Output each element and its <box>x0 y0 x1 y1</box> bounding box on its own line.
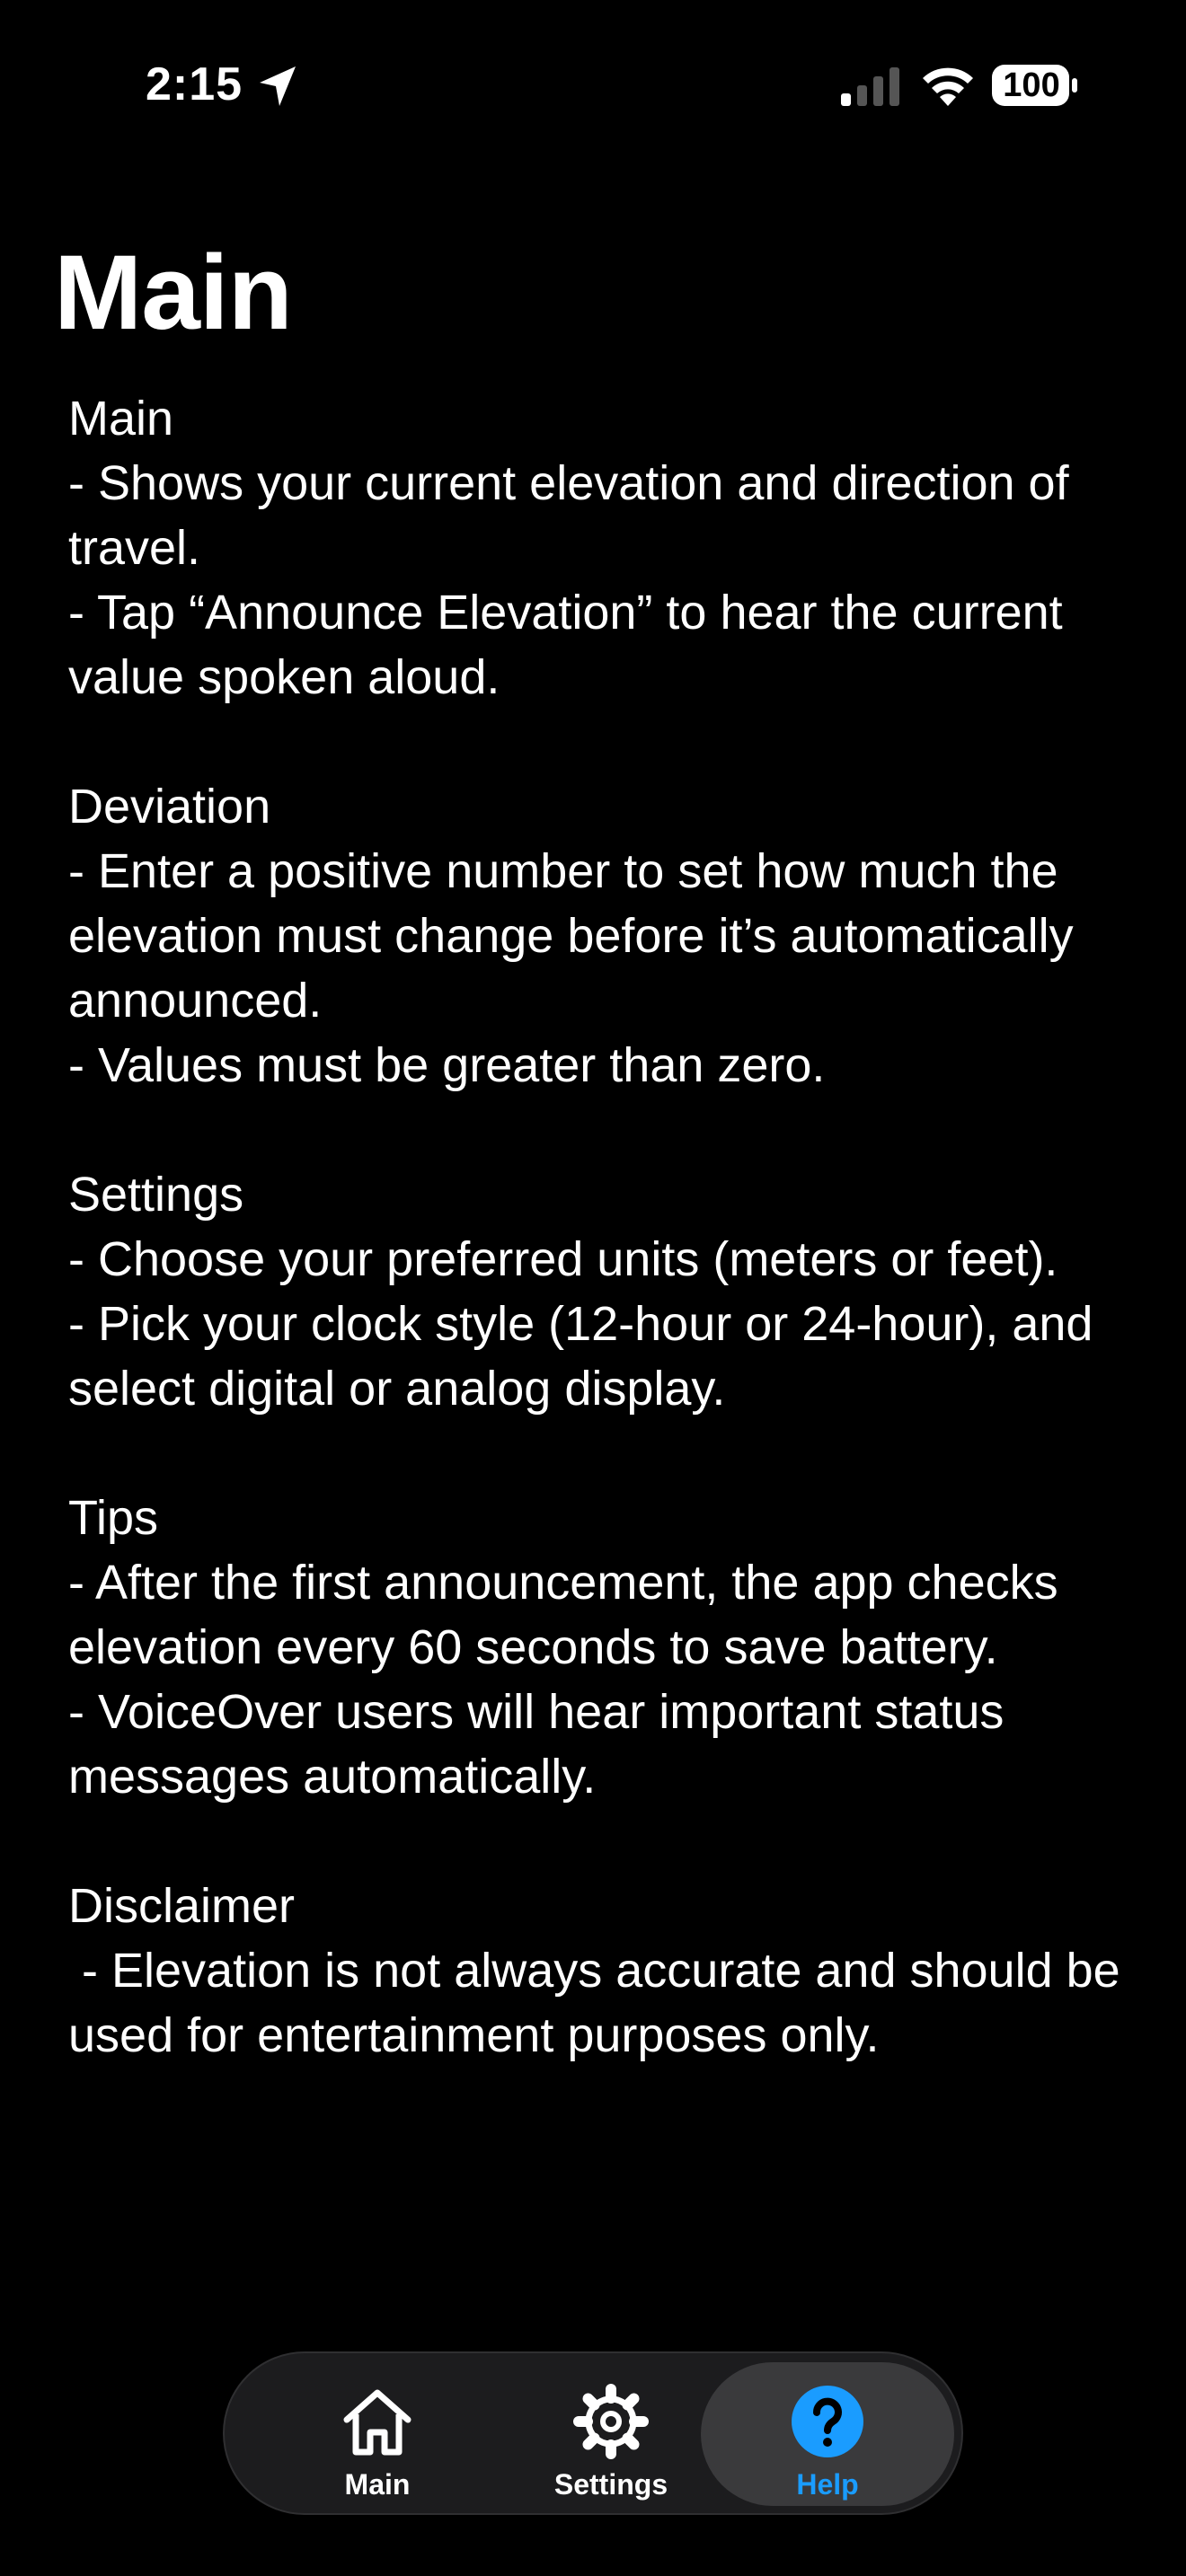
page-title: Main <box>54 234 293 352</box>
status-bar: 2:15 100 <box>0 0 1186 171</box>
tab-main[interactable]: Main <box>288 2362 467 2506</box>
help-section-deviation: Deviation - Enter a positive number to s… <box>68 774 1137 1098</box>
section-line: - Values must be greater than zero. <box>68 1038 826 1092</box>
help-content: Main - Shows your current elevation and … <box>68 386 1137 2132</box>
section-heading: Tips <box>68 1491 159 1545</box>
tab-label: Help <box>796 2468 859 2501</box>
section-heading: Disclaimer <box>68 1879 296 1933</box>
section-line: - Choose your preferred units (meters or… <box>68 1232 1058 1286</box>
section-line: - Shows your current elevation and direc… <box>68 456 1069 575</box>
section-line: - Tap “Announce Elevation” to hear the c… <box>68 586 1063 704</box>
tab-help[interactable]: Help <box>701 2362 954 2506</box>
help-section-tips: Tips - After the first announcement, the… <box>68 1486 1137 1809</box>
help-section-settings: Settings - Choose your preferred units (… <box>68 1162 1137 1421</box>
question-circle-icon <box>792 2386 863 2457</box>
tab-label: Settings <box>553 2468 668 2501</box>
house-icon <box>343 2389 412 2456</box>
section-line: - Pick your clock style (12-hour or 24-h… <box>68 1297 1093 1416</box>
section-line: - Enter a positive number to set how muc… <box>68 844 1074 1028</box>
battery-level: 100 <box>1003 66 1060 104</box>
section-heading: Deviation <box>68 780 271 834</box>
tab-label: Main <box>344 2468 411 2501</box>
status-time: 2:15 <box>146 58 243 110</box>
section-line: - After the first announcement, the app … <box>68 1556 1058 1674</box>
gear-icon <box>573 2384 649 2459</box>
section-line: - Elevation is not always accurate and s… <box>68 1944 1134 2062</box>
tab-bar: Main Settings Help <box>223 2351 963 2515</box>
tab-settings[interactable]: Settings <box>512 2362 710 2506</box>
help-section-main: Main - Shows your current elevation and … <box>68 386 1137 710</box>
cellular-signal-icon <box>841 67 899 106</box>
section-heading: Settings <box>68 1168 244 1222</box>
section-line: - VoiceOver users will hear important st… <box>68 1685 1005 1804</box>
location-arrow-icon <box>260 66 296 106</box>
wifi-icon <box>923 67 973 106</box>
help-section-disclaimer: Disclaimer - Elevation is not always acc… <box>68 1874 1137 2068</box>
section-heading: Main <box>68 392 174 446</box>
